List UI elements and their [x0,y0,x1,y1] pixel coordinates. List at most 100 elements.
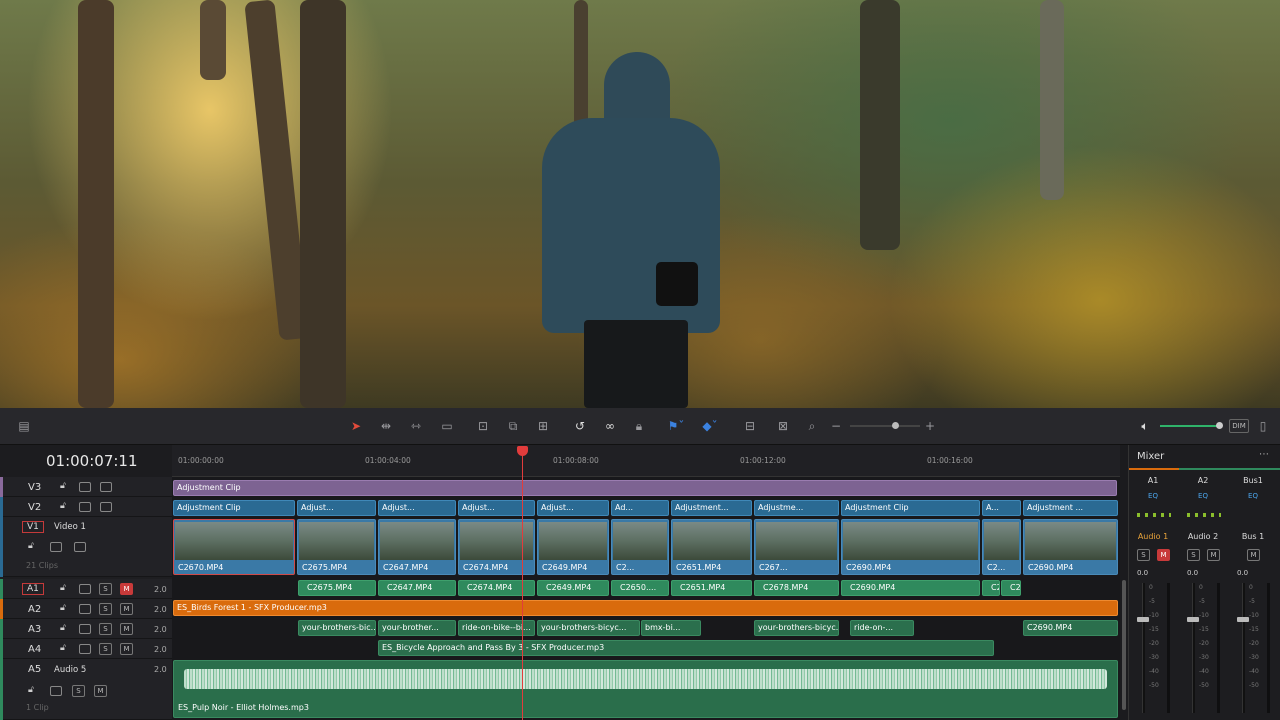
video-clip[interactable]: C2651.MP4 [671,519,752,575]
speaker-icon[interactable]: 🔈︎ [1137,418,1153,434]
track-header-a1[interactable]: A1 🔓︎ S M 2.0 [0,579,172,599]
audio-clip[interactable]: ES_Pulp Noir - Elliot Holmes.mp3 [173,660,1118,718]
linked-selection-icon[interactable]: ∞ [602,418,618,434]
adjustment-clip[interactable]: Adjustment... [671,500,752,516]
audio-clip[interactable]: C2651.MP4 [671,580,752,596]
fader-knob[interactable] [1137,617,1149,622]
zoom-in-icon[interactable]: + [925,418,935,434]
selection-tool-icon[interactable]: ➤ [349,418,363,434]
fader-knob[interactable] [1187,617,1199,622]
audio-clip[interactable]: C2678.MP4 [754,580,839,596]
track-header-a4[interactable]: A4 🔓︎ S M 2.0 [0,639,172,659]
audio-clip[interactable]: C2674.MP4 [458,580,535,596]
video-clip[interactable]: C2670.MP4 [173,519,295,575]
solo-button[interactable]: S [99,603,112,615]
video-toggle-icon[interactable] [74,542,86,552]
fader-track[interactable] [1242,583,1245,713]
video-clip[interactable]: C2690.MP4 [1023,519,1118,575]
zoom-slider-knob[interactable] [892,422,899,429]
lock-icon[interactable]: 🔓︎ [28,541,34,551]
lock-icon[interactable]: 🔓︎ [28,685,34,695]
audio-clip[interactable]: C2... [1001,580,1021,596]
mixer-solo-button[interactable]: S [1187,549,1200,561]
eq-label[interactable]: EQ [1129,492,1177,500]
mixer-mute-button[interactable]: M [1157,549,1170,561]
playhead[interactable] [522,446,523,720]
audio-clip[interactable]: bmx-bi... [641,620,701,636]
audio-clip[interactable]: C2... [982,580,1000,596]
mixer-options-icon[interactable]: ⋯ [1259,449,1269,460]
auto-track-icon[interactable] [79,644,91,654]
track-header-a3[interactable]: A3 🔓︎ S M 2.0 [0,619,172,639]
insert-clip-icon[interactable]: ⊡ [472,418,494,434]
mute-button[interactable]: M [120,623,133,635]
auto-track-icon[interactable] [50,686,62,696]
solo-button[interactable]: S [99,623,112,635]
solo-button[interactable]: S [99,643,112,655]
video-clip[interactable]: C2647.MP4 [378,519,456,575]
solo-button[interactable]: S [99,583,112,595]
adjustment-clip[interactable]: Adjust... [378,500,456,516]
adjustment-clip[interactable]: Adjust... [297,500,376,516]
video-clip[interactable]: C2649.MP4 [537,519,609,575]
audio-clip[interactable]: C2675.MP4 [298,580,376,596]
track-header-a5[interactable]: A5 Audio 5 2.0 🔓︎ S M 1 Clip [0,659,172,720]
adjustment-clip[interactable]: Adjust... [458,500,535,516]
audio-clip[interactable]: ES_Birds Forest 1 - SFX Producer.mp3 [173,600,1118,616]
audio-clip[interactable]: C2650.... [611,580,669,596]
eq-label[interactable]: EQ [1229,492,1277,500]
adjustment-clip[interactable]: Adjustment Clip [841,500,980,516]
blade-tool-icon[interactable]: ▭ [436,418,458,434]
mixer-mute-button[interactable]: M [1207,549,1220,561]
zoom-full-icon[interactable]: ⊟ [739,418,761,434]
audio-clip[interactable]: C2647.MP4 [378,580,456,596]
pan-indicator[interactable] [1137,513,1171,517]
adjustment-clip[interactable]: A... [982,500,1021,516]
adjustment-clip[interactable]: Adjustment Clip [173,480,1117,496]
mute-button[interactable]: M [120,603,133,615]
zoom-slider[interactable] [850,422,920,429]
audio-clip[interactable]: your-brothers-bicyc... [537,620,640,636]
auto-track-icon[interactable] [79,584,91,594]
timeline-view-options-icon[interactable]: ▤ [14,418,34,434]
timeline-ruler[interactable]: 01:00:00:00 01:00:04:00 01:00:08:00 01:0… [172,445,1120,477]
overwrite-clip-icon[interactable]: ⧉ [502,418,524,434]
zoom-custom-icon[interactable]: ⌕ [801,418,823,434]
auto-track-icon[interactable] [79,482,91,492]
marker-icon[interactable]: ◆ˇ [697,418,723,434]
lock-icon[interactable]: 🔓︎ [60,603,66,613]
video-clip[interactable]: C2674.MP4 [458,519,535,575]
zoom-out-icon[interactable]: − [831,418,841,434]
adjustment-clip[interactable]: Adjustment ... [1023,500,1118,516]
track-header-v2[interactable]: V2 🔓︎ [0,497,172,517]
mute-button[interactable]: M [120,583,133,595]
dim-button[interactable]: DIM [1229,419,1249,433]
monitor-volume-slider[interactable] [1160,422,1223,429]
adjustment-clip[interactable]: Adjustment Clip [173,500,295,516]
audio-clip[interactable]: C2649.MP4 [537,580,609,596]
zoom-detail-icon[interactable]: ⊠ [772,418,794,434]
dynamic-trim-icon[interactable]: ⇿ [405,418,427,434]
auto-track-icon[interactable] [50,542,62,552]
video-toggle-icon[interactable] [100,482,112,492]
track-header-a2[interactable]: A2 🔓︎ S M 2.0 [0,599,172,619]
video-clip[interactable]: C2690.MP4 [841,519,980,575]
video-toggle-icon[interactable] [100,502,112,512]
mixer-solo-button[interactable]: S [1137,549,1150,561]
video-clip[interactable]: C2... [611,519,669,575]
mute-button[interactable]: M [94,685,107,697]
mixer-mute-button[interactable]: M [1247,549,1260,561]
auto-track-icon[interactable] [79,604,91,614]
track-header-v1[interactable]: V1 Video 1 🔓︎ 21 Clips [0,517,172,577]
panel-toggle-icon[interactable]: ▯ [1258,418,1268,434]
audio-clip[interactable]: C2690.MP4 [1023,620,1118,636]
flag-icon[interactable]: ⚑ˇ [664,418,688,434]
lock-icon[interactable]: 🔓︎ [60,501,66,511]
pan-indicator[interactable] [1187,513,1221,517]
scrollbar-thumb[interactable] [1122,580,1126,710]
lock-icon[interactable]: 🔓︎ [60,623,66,633]
video-clip[interactable]: C267... [754,519,839,575]
audio-clip[interactable]: ride-on-bike--bi... [458,620,535,636]
mute-button[interactable]: M [120,643,133,655]
trim-tool-icon[interactable]: ⇹ [375,418,397,434]
